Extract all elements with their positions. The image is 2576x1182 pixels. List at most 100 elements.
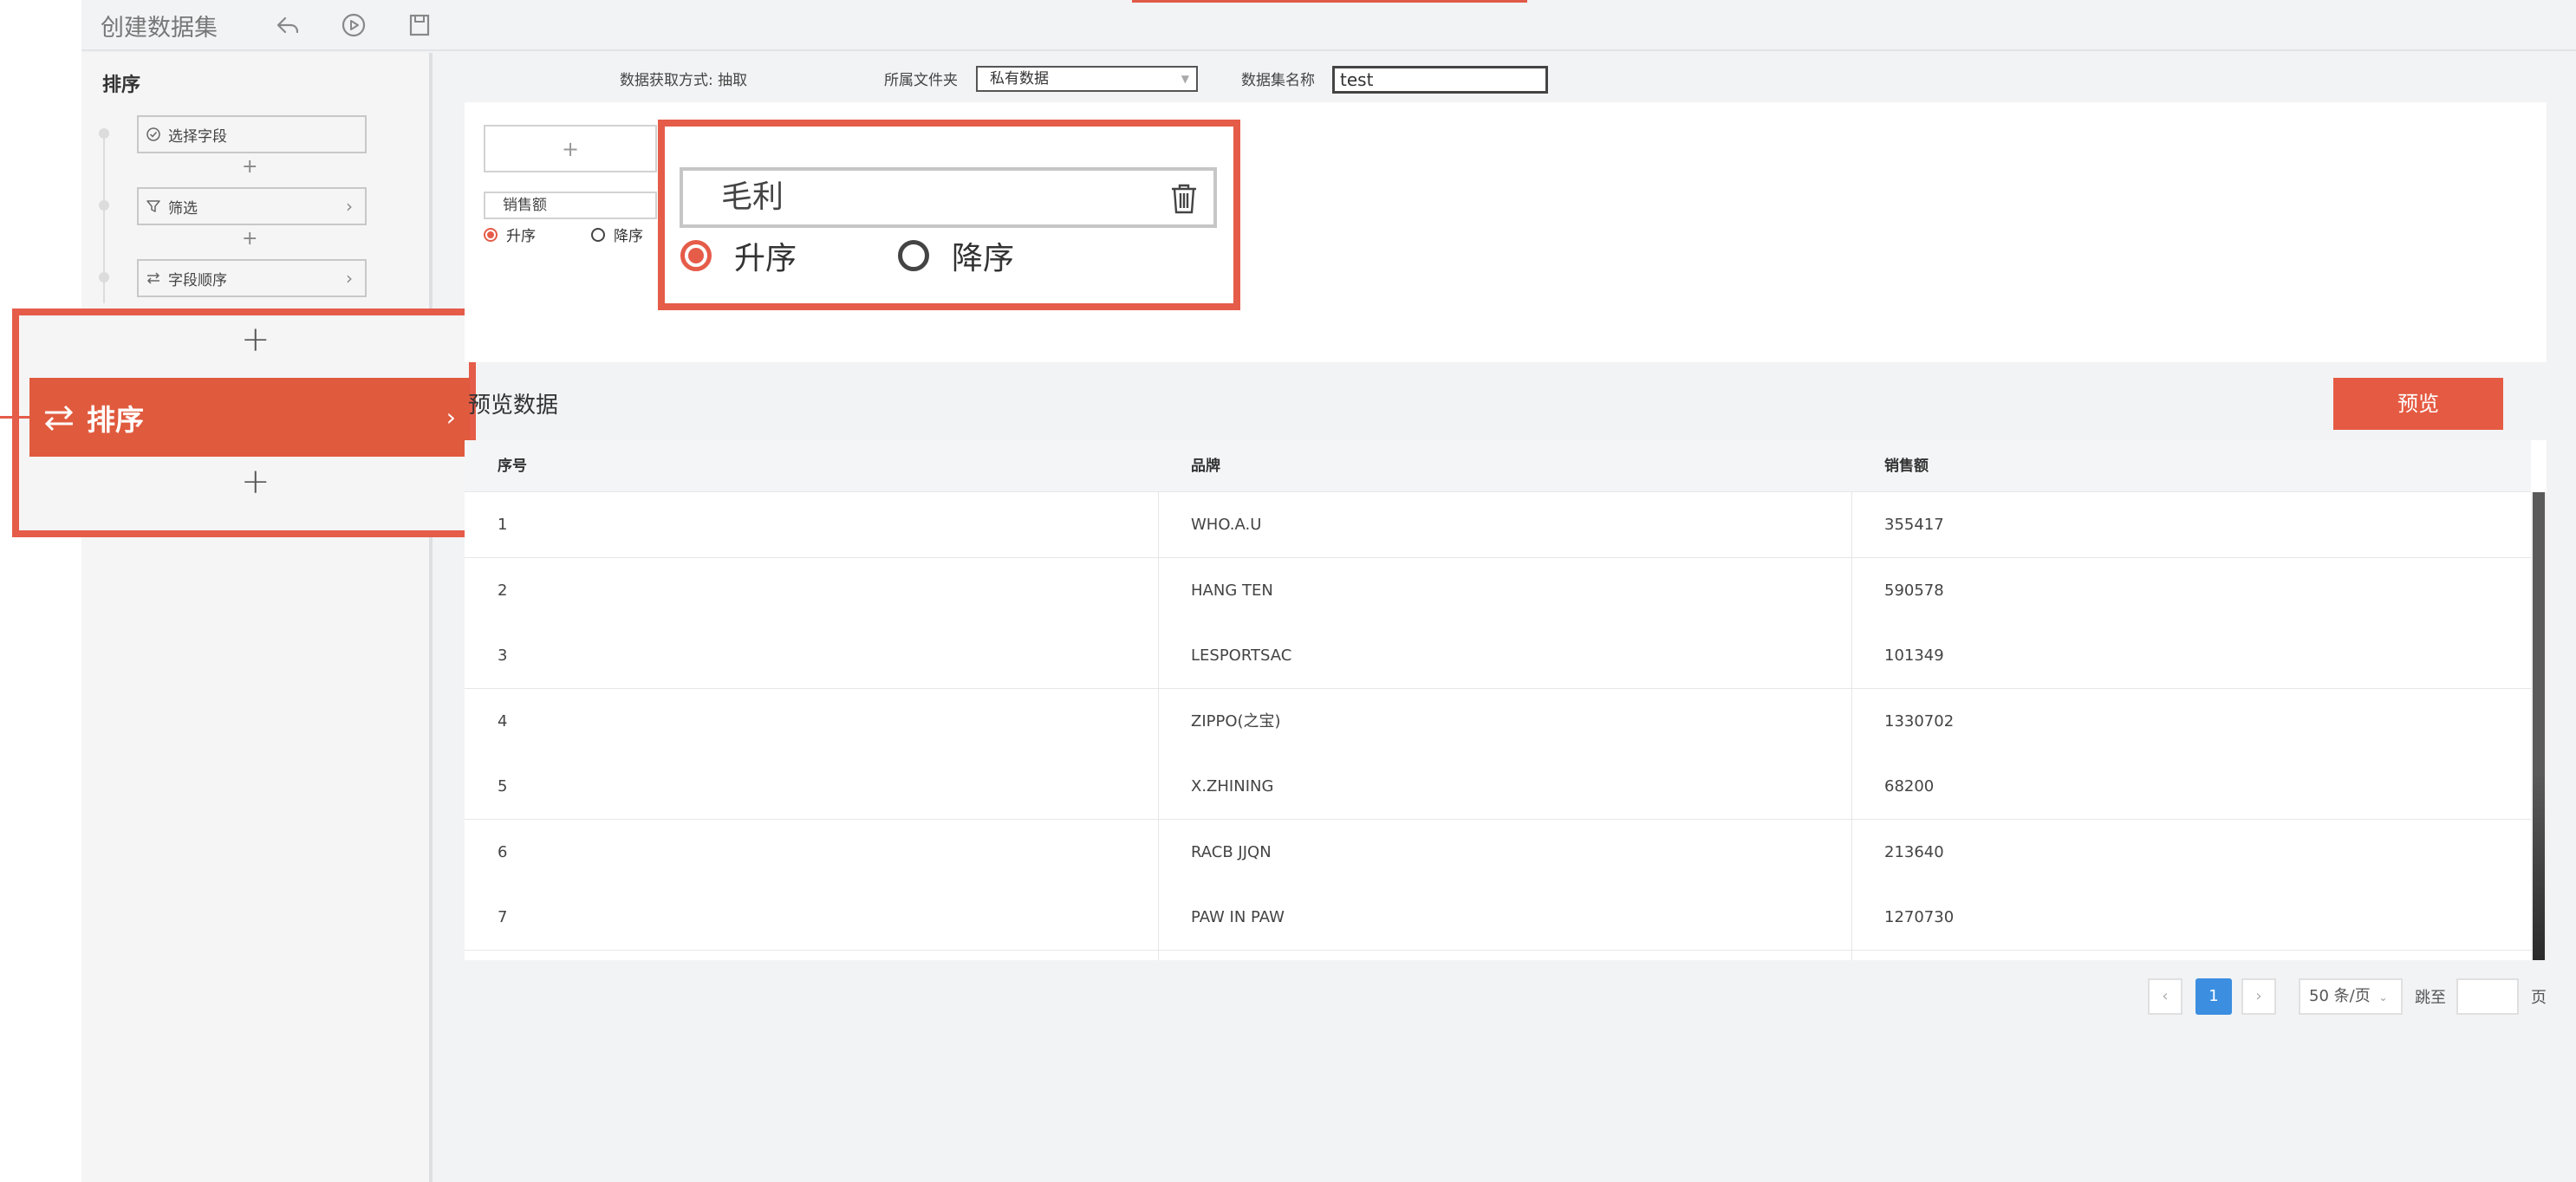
table-cell: X.ZHINING [1191,777,1274,796]
fetch-mode-text: 数据获取方式: 抽取 [620,72,748,89]
column-divider [1851,492,1852,960]
top-toolbar [81,0,2576,51]
radio-selected[interactable] [680,240,712,271]
table-cell: HANG TEN [1191,581,1273,600]
page-size-select[interactable]: 50 条/页 ⌄ [2299,978,2403,1015]
table-header: 序号 品牌 销售额 [465,440,2531,492]
radio-selected[interactable] [484,227,498,242]
sort-desc-option[interactable]: 降序 [898,233,1014,278]
step-label: 筛选 [168,199,198,218]
goto-label: 跳至 [2415,989,2446,1007]
step-field-order[interactable]: 字段顺序 › [137,259,367,297]
radio-unselected[interactable] [898,240,929,271]
chevron-right-icon: › [346,268,353,289]
table-row: 7 PAW IN PAW 1270730 [465,885,2531,951]
table-cell: 2 [498,581,508,600]
sort-asc-option[interactable]: 升序 [484,224,536,245]
radio-label: 升序 [734,241,797,276]
dataset-name-label: 数据集名称 [1241,72,1315,89]
radio-label: 升序 [506,228,536,245]
sort-desc-option[interactable]: 降序 [591,224,643,245]
page-number-current[interactable]: 1 [2195,978,2232,1015]
goto-page-input[interactable] [2456,978,2519,1015]
table-row: 3 LESPORTSAC 101349 [465,623,2531,689]
table-row: 4 ZIPPO(之宝) 1330702 [465,689,2531,755]
filter-icon [146,198,161,214]
step-label: 字段顺序 [168,271,227,289]
table-cell: 7 [498,908,508,926]
radio-unselected[interactable] [591,227,605,242]
play-circle-icon[interactable] [340,11,368,39]
table-cell: PAW IN PAW [1191,908,1285,926]
chevron-down-icon: ⌄ [2378,991,2388,1003]
table-cell: 1330702 [1884,712,1955,731]
check-circle-icon [146,127,161,142]
step-dot [99,128,109,139]
table-cell: 355417 [1884,516,1944,534]
step-label: 选择字段 [168,127,227,146]
add-step-button[interactable]: + [242,230,257,249]
radio-label: 降序 [614,228,643,245]
table-cell: 5 [498,777,508,796]
sidebar-title: 排序 [102,75,141,96]
preview-title: 预览数据 [468,393,559,419]
folder-select[interactable]: 私有数据 ▼ [976,66,1198,92]
table-cell: 3 [498,646,508,665]
add-step-button[interactable]: + [241,322,270,357]
add-sort-button[interactable]: + [484,125,657,172]
column-header: 序号 [498,458,527,475]
sort-field-select[interactable]: 销售额 [484,192,657,219]
add-step-button[interactable]: + [242,158,257,177]
table-cell: 4 [498,712,508,731]
table-row: 2 HANG TEN 590578 [465,558,2531,624]
sort-field-select[interactable]: 毛利 [680,167,1217,228]
next-page-button[interactable]: › [2241,978,2276,1015]
preview-button[interactable]: 预览 [2333,378,2503,430]
step-label: 排序 [87,402,144,437]
page-title: 创建数据集 [101,15,218,42]
column-divider [1158,492,1159,960]
swap-icon [146,270,161,286]
table-cell: 101349 [1884,646,1944,665]
sort-asc-option[interactable]: 升序 [680,233,797,278]
step-filter[interactable]: 筛选 › [137,187,367,225]
save-icon[interactable] [406,11,433,39]
step-sort-active[interactable]: 排序 › [29,378,470,457]
chevron-right-icon: › [346,196,353,217]
add-step-button[interactable]: + [241,464,270,499]
column-header: 销售额 [1884,458,1929,475]
table-row: 6 RACB JJQN 213640 [465,820,2531,886]
table-cell: 68200 [1884,777,1935,796]
table-cell: LESPORTSAC [1191,646,1292,665]
table-cell: ZIPPO(之宝) [1191,712,1281,731]
trash-icon[interactable] [1167,181,1201,216]
step-select-fields[interactable]: 选择字段 [137,115,367,153]
folder-label: 所属文件夹 [884,72,958,89]
chevron-down-icon: ▼ [1181,73,1189,85]
prev-page-button[interactable]: ‹ [2148,978,2182,1015]
radio-label: 降序 [952,241,1015,276]
highlight-connector [0,416,29,419]
table-cell: 1270730 [1884,908,1955,926]
swap-icon [42,400,76,435]
sort-field-value: 毛利 [721,179,784,215]
top-accent-line [1132,0,1527,3]
table-cell: 6 [498,843,508,861]
table-cell: RACB JJQN [1191,843,1272,861]
step-dot [99,272,109,283]
table-cell: 213640 [1884,843,1944,861]
table-row: 5 X.ZHINING 68200 [465,754,2531,820]
step-dot [99,200,109,211]
table-cell: WHO.A.U [1191,516,1262,534]
table-row: 1 WHO.A.U 355417 [465,492,2531,558]
dataset-name-input[interactable] [1332,66,1548,94]
page-suffix: 页 [2531,989,2547,1007]
table-cell: 590578 [1884,581,1944,600]
table-cell: 1 [498,516,508,534]
undo-icon[interactable] [274,11,302,39]
folder-select-value: 私有数据 [990,70,1049,88]
chevron-right-icon: › [446,403,456,432]
page-size-value: 50 条/页 [2309,987,2371,1005]
column-header: 品牌 [1191,458,1220,475]
table-scrollbar-thumb[interactable] [2533,492,2545,960]
